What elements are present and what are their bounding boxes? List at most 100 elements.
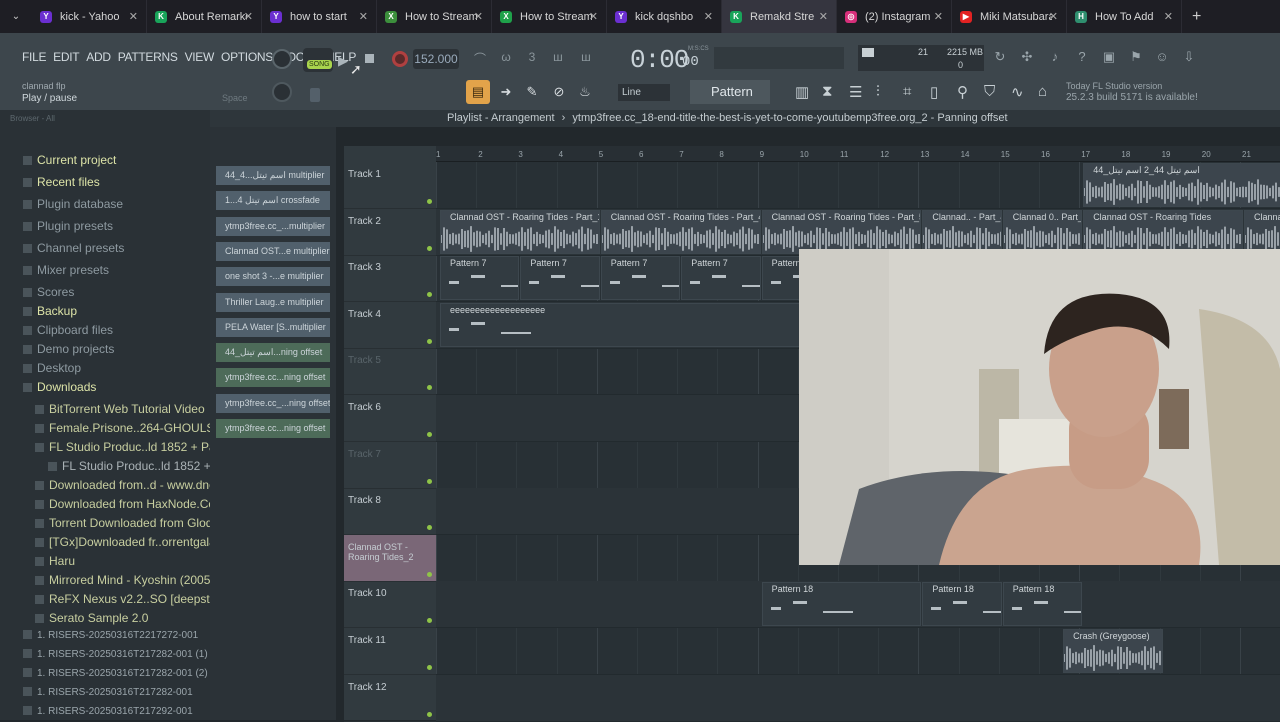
- pitch-slider[interactable]: [310, 88, 320, 102]
- browser-tab[interactable]: Ykick dqshbo ✕: [607, 0, 722, 33]
- track-enable-led[interactable]: [427, 432, 432, 437]
- browser-item[interactable]: Backup: [23, 304, 77, 318]
- chat-icon[interactable]: ☺: [1152, 49, 1172, 69]
- playlist-clip[interactable]: Clannad.. - Part_4: [922, 209, 1002, 254]
- track-header[interactable]: Track 4: [344, 302, 436, 349]
- countdown-icon[interactable]: 3: [522, 50, 542, 68]
- browser-tab[interactable]: Yhow to start ✕: [262, 0, 377, 33]
- close-icon[interactable]: ✕: [704, 10, 713, 23]
- browser-tab[interactable]: X How to Stream ✕: [377, 0, 492, 33]
- menu-item-view[interactable]: VIEW: [185, 50, 215, 64]
- browser-tab[interactable]: Ykick - Yahoo ✕: [32, 0, 147, 33]
- arrow-right-icon[interactable]: ➜: [494, 80, 518, 104]
- close-icon[interactable]: ✕: [819, 10, 828, 23]
- playlist-clip[interactable]: Clannad: [1244, 209, 1280, 254]
- browser-item[interactable]: 1. RISERS-20250316T2217272-001: [23, 630, 198, 641]
- browser-item[interactable]: Torrent Downloaded from Glodls.to: [35, 516, 234, 530]
- tree-icon[interactable]: ⌗: [903, 83, 911, 100]
- loop-record-icon[interactable]: ш: [576, 50, 596, 68]
- browser-item[interactable]: Recent files: [23, 175, 100, 189]
- pattern-selector[interactable]: Pattern 18: [690, 80, 770, 123]
- stop-button[interactable]: [365, 54, 374, 63]
- shop-icon[interactable]: ⌂: [1038, 83, 1047, 100]
- playlist-icon[interactable]: ▤: [466, 80, 490, 104]
- track-header[interactable]: Track 5: [344, 348, 436, 396]
- browser-item[interactable]: Desktop: [23, 361, 81, 375]
- track-enable-led[interactable]: [427, 478, 432, 484]
- refresh-icon[interactable]: ↻: [990, 49, 1010, 69]
- snap-select[interactable]: Line: [618, 84, 670, 101]
- playlist-clip[interactable]: Pattern 7: [600, 256, 681, 301]
- channel-item[interactable]: Clannad OST...e multiplier: [216, 241, 330, 261]
- playlist-clip[interactable]: Pattern 7: [440, 256, 520, 301]
- playlist-clip[interactable]: Pattern 7: [681, 256, 761, 301]
- track-row[interactable]: [436, 674, 1280, 722]
- blend-notes-icon[interactable]: ш: [548, 50, 568, 68]
- browser-item[interactable]: Scores: [23, 285, 74, 299]
- browser-item[interactable]: Plugin presets: [23, 219, 113, 233]
- browser-item[interactable]: FL Studio Produc..ld 1852 + Patch: [35, 440, 232, 454]
- browser-item[interactable]: Current project: [23, 153, 116, 167]
- channel-item[interactable]: one shot 3 -...e multiplier: [216, 267, 330, 287]
- plugin-icon[interactable]: ⚑: [1126, 49, 1146, 69]
- track-enable-led[interactable]: [427, 245, 432, 251]
- channel-rack-icon[interactable]: ☰: [849, 83, 862, 101]
- download-icon[interactable]: ⇩: [1179, 49, 1199, 69]
- pencil-icon[interactable]: ✎: [520, 80, 544, 104]
- track-header[interactable]: Track 12: [344, 675, 436, 722]
- browser-item[interactable]: Downloaded from..d - www.dnold.to: [35, 478, 238, 492]
- close-icon[interactable]: ✕: [1164, 10, 1173, 23]
- browser-item[interactable]: Mirrored Mind - Kyoshin (2005): [35, 573, 214, 587]
- track-enable-led[interactable]: [427, 338, 432, 344]
- browser-item[interactable]: 1. RISERS-20250316T217292-001: [23, 706, 193, 717]
- wave-icon[interactable]: ∿: [1011, 83, 1024, 101]
- browser-item[interactable]: 1. RISERS-20250316T217282-001 (2): [23, 668, 208, 679]
- mixer-icon[interactable]: ⧗: [822, 83, 833, 100]
- channel-item[interactable]: ytmp3free.cc_...multiplier: [216, 216, 330, 236]
- track-header[interactable]: Track 3: [344, 255, 436, 303]
- close-icon[interactable]: ✕: [359, 10, 368, 23]
- file-icon[interactable]: ▯: [930, 83, 938, 101]
- browser-tab[interactable]: H How To Add ✕: [1067, 0, 1182, 33]
- channel-item[interactable]: ytmp3free.cc...ning offset: [216, 419, 330, 438]
- browser-item[interactable]: Demo projects: [23, 342, 114, 356]
- browser-item[interactable]: Downloaded from HaxNode.CoM: [35, 497, 225, 511]
- track-header[interactable]: Track 8: [344, 488, 436, 536]
- playlist-clip[interactable]: Clannad OST - Roaring Tides: [1083, 209, 1243, 254]
- channel-item[interactable]: ytmp3free.cc_...ning offset: [216, 393, 330, 413]
- browser-tab[interactable]: K About Remarkd ✕: [147, 0, 262, 33]
- track-header[interactable]: Clannad OST - Roaring Tides_2: [344, 534, 436, 582]
- browser-item[interactable]: BitTorrent Web Tutorial Video: [35, 402, 205, 416]
- link-icon[interactable]: ⊘: [547, 80, 571, 104]
- browser-item[interactable]: Downloads: [23, 380, 96, 394]
- track-header[interactable]: Track 1: [344, 162, 436, 209]
- sliders-icon[interactable]: ⫶: [876, 83, 880, 100]
- browser-item[interactable]: Mixer presets: [23, 263, 109, 277]
- metronome-icon[interactable]: ⌒: [470, 50, 490, 68]
- menu-item-options[interactable]: OPTIONS: [221, 50, 273, 64]
- browser-item[interactable]: Clipboard files: [23, 323, 113, 337]
- playlist-clip[interactable]: Pattern 7: [520, 256, 600, 301]
- browser-item[interactable]: Serato Sample 2.0: [35, 611, 148, 625]
- track-enable-led[interactable]: [427, 618, 432, 624]
- save-icon[interactable]: ▣: [1099, 49, 1119, 69]
- browser-tab[interactable]: K Remakd Stre ✕: [722, 0, 837, 33]
- close-icon[interactable]: ✕: [244, 10, 253, 23]
- channel-item[interactable]: ytmp3free.cc...ning offset: [216, 368, 330, 388]
- menu-item-edit[interactable]: EDIT: [53, 50, 79, 64]
- tempo-display[interactable]: 152.000: [413, 49, 459, 69]
- close-icon[interactable]: ✕: [474, 10, 483, 23]
- browser-tab[interactable]: ▶ Miki Matsubara ✕: [952, 0, 1067, 33]
- piano-roll-icon[interactable]: ▥: [795, 83, 809, 101]
- track-header[interactable]: Track 7: [344, 442, 436, 489]
- master-pitch-knob[interactable]: [272, 82, 292, 102]
- playlist-clip[interactable]: Clannad 0.. Part_1: [1002, 209, 1083, 254]
- channel-item[interactable]: Thriller Laug..e multiplier: [216, 292, 330, 312]
- menu-item-file[interactable]: FILE: [22, 50, 46, 64]
- browser-item[interactable]: Channel presets: [23, 241, 124, 255]
- microphone-icon[interactable]: ♪: [1045, 49, 1065, 69]
- track-enable-led[interactable]: [427, 665, 432, 670]
- menu-item-patterns[interactable]: PATTERNS: [118, 50, 178, 64]
- channel-item[interactable]: PELA Water [S..multiplier: [216, 317, 330, 337]
- track-header[interactable]: Track 6: [344, 395, 436, 442]
